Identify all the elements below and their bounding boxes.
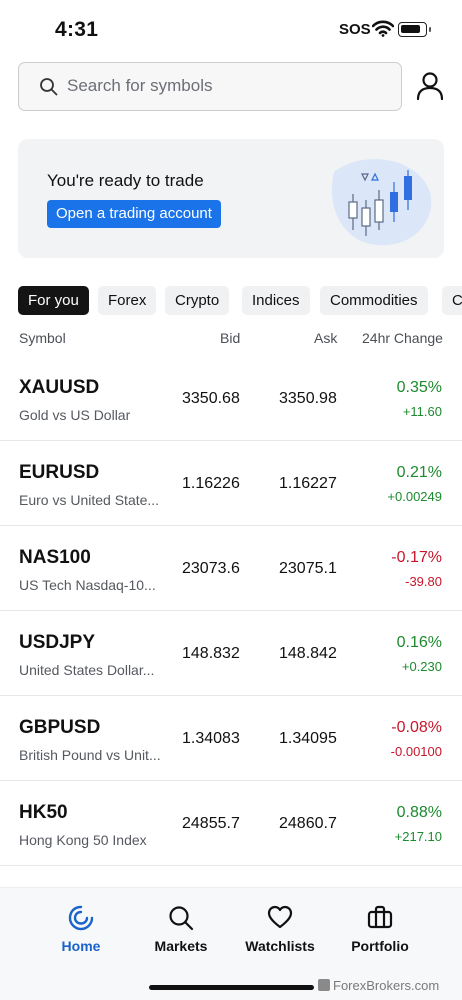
tab-for-you[interactable]: For you <box>18 286 89 315</box>
row-change-value: +0.00249 <box>387 489 442 504</box>
row-change-percent: 0.16% <box>396 634 442 651</box>
row-change-value: -39.80 <box>405 574 442 589</box>
table-row[interactable]: NAS100 US Tech Nasdaq-10... 23073.6 2307… <box>0 526 462 611</box>
promo-banner: You're ready to trade Open a trading acc… <box>18 139 444 258</box>
row-ask: 3350.98 <box>279 390 337 407</box>
nav-watchlists[interactable]: Watchlists <box>235 888 325 968</box>
watermark-logo-icon <box>318 979 330 991</box>
nav-home-label: Home <box>61 938 101 954</box>
watermark: ForexBrokers.com <box>318 978 439 993</box>
candlestick-chart-icon <box>322 152 434 253</box>
briefcase-icon <box>367 905 393 934</box>
row-change-percent: 0.88% <box>396 804 442 821</box>
table-row[interactable]: HK50 Hong Kong 50 Index 24855.7 24860.7 … <box>0 781 462 866</box>
profile-icon[interactable] <box>416 71 444 106</box>
row-bid: 24855.7 <box>182 815 240 832</box>
search-input[interactable] <box>67 63 387 109</box>
row-bid: 23073.6 <box>182 560 240 577</box>
nav-home[interactable]: Home <box>36 888 126 968</box>
column-header-ask: Ask <box>314 330 338 346</box>
search-icon <box>39 77 58 101</box>
watermark-text: ForexBrokers.com <box>333 978 440 993</box>
row-change-value: +11.60 <box>402 404 442 419</box>
row-change-percent: -0.08% <box>391 719 442 736</box>
battery-icon <box>398 22 431 37</box>
row-symbol: USDJPY <box>19 632 96 653</box>
row-change-percent: 0.35% <box>396 379 442 396</box>
row-bid: 148.832 <box>182 645 240 662</box>
nav-portfolio[interactable]: Portfolio <box>335 888 425 968</box>
nav-watchlists-label: Watchlists <box>245 938 315 954</box>
row-description: British Pound vs Unit... <box>19 747 161 763</box>
home-indicator <box>149 985 314 990</box>
tab-commodities[interactable]: Commodities <box>320 286 428 315</box>
row-bid: 1.34083 <box>182 730 240 747</box>
open-account-button[interactable]: Open a trading account <box>47 200 221 228</box>
row-symbol: NAS100 <box>19 547 91 568</box>
home-swirl-icon <box>68 905 94 936</box>
market-tabs: For you Forex Crypto Indices Commodities… <box>18 286 462 316</box>
search-box[interactable] <box>18 62 402 111</box>
nav-markets[interactable]: Markets <box>136 888 226 968</box>
status-time: 4:31 <box>55 18 99 41</box>
row-description: Euro vs United State... <box>19 492 160 508</box>
tab-more[interactable]: C <box>442 286 462 315</box>
column-header-bid: Bid <box>220 330 241 346</box>
row-description: Hong Kong 50 Index <box>19 832 147 848</box>
row-ask: 148.842 <box>279 645 337 662</box>
heart-icon <box>267 905 293 934</box>
row-change-value: -0.00100 <box>390 744 442 759</box>
row-change-percent: -0.17% <box>391 549 442 566</box>
column-header-symbol: Symbol <box>19 330 66 346</box>
row-symbol: XAUUSD <box>19 377 100 398</box>
row-symbol: HK50 <box>19 802 68 823</box>
row-description: US Tech Nasdaq-10... <box>19 577 156 593</box>
tab-indices[interactable]: Indices <box>242 286 310 315</box>
row-symbol: GBPUSD <box>19 717 101 738</box>
table-row[interactable]: EURUSD Euro vs United State... 1.16226 1… <box>0 441 462 526</box>
row-ask: 1.34095 <box>279 730 337 747</box>
row-bid: 3350.68 <box>182 390 240 407</box>
row-ask: 1.16227 <box>279 475 337 492</box>
row-ask: 24860.7 <box>279 815 337 832</box>
table-row[interactable]: XAUUSD Gold vs US Dollar 3350.68 3350.98… <box>0 356 462 441</box>
table-row[interactable]: USDJPY United States Dollar... 148.832 1… <box>0 611 462 696</box>
row-change-percent: 0.21% <box>396 464 442 481</box>
row-symbol: EURUSD <box>19 462 100 483</box>
table-row[interactable]: GBPUSD British Pound vs Unit... 1.34083 … <box>0 696 462 781</box>
row-description: Gold vs US Dollar <box>19 407 131 423</box>
tab-forex[interactable]: Forex <box>98 286 157 315</box>
nav-portfolio-label: Portfolio <box>351 938 409 954</box>
status-sos: SOS <box>339 21 371 38</box>
column-header-change: 24hr Change <box>362 330 443 346</box>
row-ask: 23075.1 <box>279 560 337 577</box>
tab-crypto[interactable]: Crypto <box>165 286 230 315</box>
banner-title: You're ready to trade <box>47 171 204 190</box>
search-icon <box>168 905 194 936</box>
nav-markets-label: Markets <box>154 938 208 954</box>
row-change-value: +0.230 <box>401 659 442 674</box>
status-bar: 4:31 SOS <box>0 0 462 58</box>
row-change-value: +217.10 <box>394 829 442 844</box>
wifi-icon <box>371 20 395 42</box>
row-description: United States Dollar... <box>19 662 155 678</box>
row-bid: 1.16226 <box>182 475 240 492</box>
